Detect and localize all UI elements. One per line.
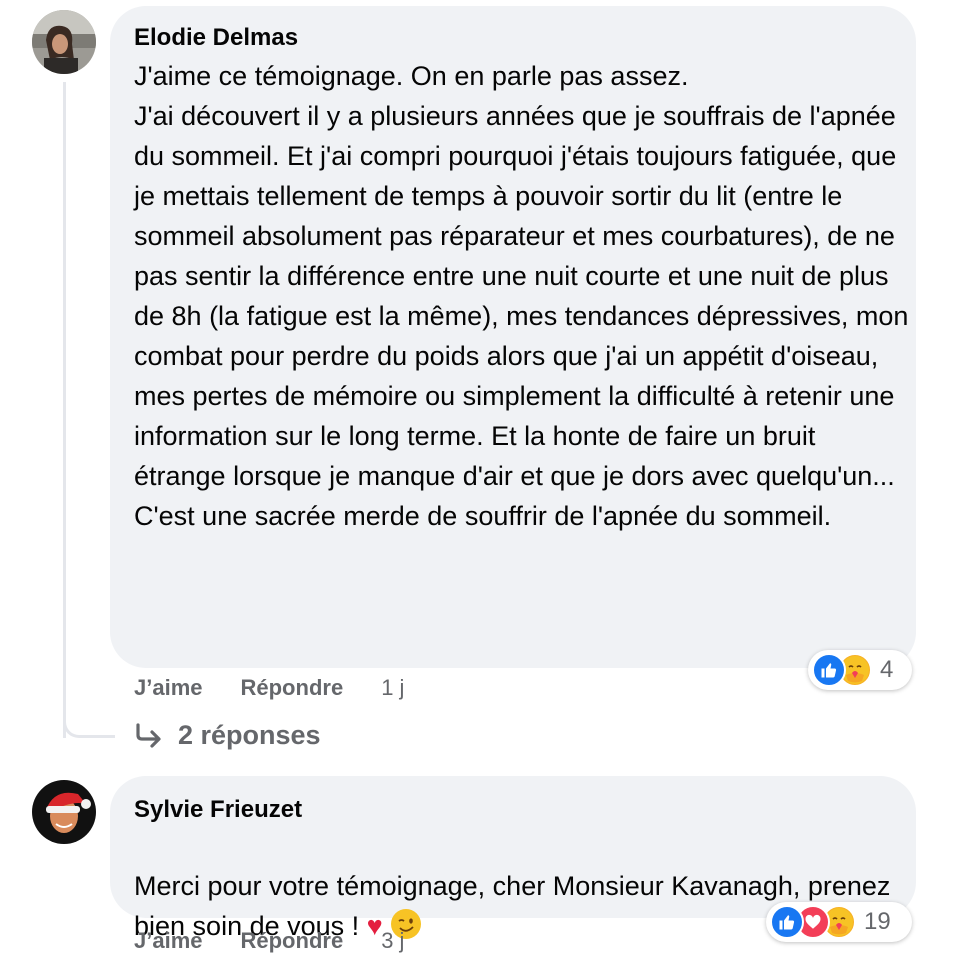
timestamp[interactable]: 3 j [381,928,404,954]
thread-line-curve [63,704,115,738]
replies-count-label: 2 réponses [178,720,321,750]
comment-author[interactable]: Sylvie Frieuzet [134,796,302,824]
reaction-count: 19 [864,908,891,935]
comment-text: J'aime ce témoignage. On en parle pas as… [134,61,909,531]
avatar-photo-icon [32,780,96,844]
avatar-photo-icon [32,10,96,74]
view-replies-link[interactable]: 2 réponses [134,720,321,751]
like-button[interactable]: J’aime [134,928,203,954]
reply-arrow-icon [136,722,161,748]
reply-button[interactable]: Répondre [241,928,344,954]
avatar[interactable] [32,780,96,844]
like-icon [770,905,804,939]
reaction-count: 4 [880,656,894,683]
timestamp[interactable]: 1 j [381,675,404,701]
reactions-summary[interactable]: 4 [808,650,912,690]
avatar[interactable] [32,10,96,74]
like-icon [812,653,846,687]
thread-line [63,82,66,738]
comment-actions: J’aime Répondre 1 j [134,675,404,701]
comment-author[interactable]: Elodie Delmas [134,24,298,52]
reply-button[interactable]: Répondre [241,675,344,701]
comment-actions: J’aime Répondre 3 j [134,928,404,954]
like-button[interactable]: J’aime [134,675,203,701]
reactions-summary[interactable]: 19 [766,902,912,942]
